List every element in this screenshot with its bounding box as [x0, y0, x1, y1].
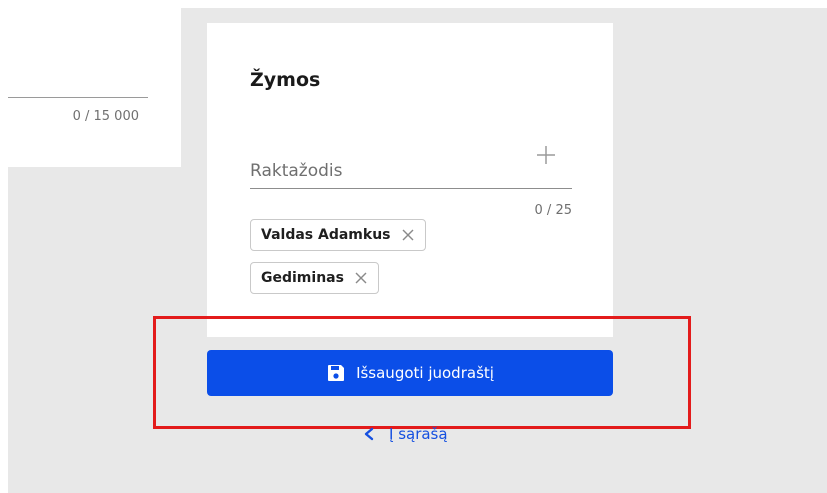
tags-card: Žymos 0 / 25 Valdas Adamkus Gediminas [207, 23, 613, 337]
description-card: 0 / 15 000 [8, 8, 181, 167]
close-icon[interactable] [401, 228, 415, 242]
tag-chip: Valdas Adamkus [250, 219, 426, 251]
save-draft-label: Išsaugoti juodraštį [356, 364, 494, 382]
tags-title: Žymos [250, 69, 321, 91]
keyword-input[interactable] [250, 153, 572, 189]
tag-chip-label: Valdas Adamkus [261, 227, 391, 243]
save-draft-button[interactable]: Išsaugoti juodraštį [207, 350, 613, 396]
chevron-left-icon [364, 427, 374, 441]
plus-icon[interactable] [534, 143, 558, 167]
tag-chip: Gediminas [250, 262, 379, 294]
tag-chip-label: Gediminas [261, 270, 344, 286]
description-field-underline [8, 97, 148, 98]
keyword-counter: 0 / 25 [534, 203, 572, 218]
floppy-disk-icon [328, 365, 345, 381]
back-to-list-label: Į sąrašą [389, 425, 448, 443]
close-icon[interactable] [354, 271, 368, 285]
description-char-counter: 0 / 15 000 [72, 109, 139, 124]
back-to-list-link[interactable]: Į sąrašą [363, 425, 448, 443]
